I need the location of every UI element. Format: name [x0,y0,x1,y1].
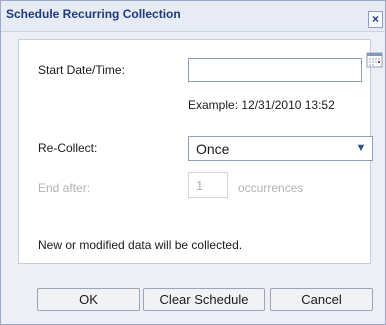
dialog-titlebar: Schedule Recurring Collection × [1,1,385,32]
start-datetime-input[interactable] [188,58,362,82]
dialog-title: Schedule Recurring Collection [6,7,181,21]
close-icon[interactable]: × [368,11,383,28]
recollect-select[interactable]: Once ▼ [188,136,373,161]
occurrences-label: occurrences [238,181,304,195]
collection-note: New or modified data will be collected. [38,238,243,252]
recollect-value: Once [196,141,230,157]
cancel-button[interactable]: Cancel [270,288,373,311]
recollect-label: Re-Collect: [38,141,98,155]
example-text: Example: 12/31/2010 13:52 [188,98,335,112]
button-bar: OK Clear Schedule Cancel [1,271,385,324]
calendar-icon[interactable] [365,50,385,70]
end-after-label: End after: [38,181,91,195]
chevron-down-icon[interactable]: ▼ [352,139,370,158]
schedule-dialog: Schedule Recurring Collection × Start Da… [0,0,386,325]
clear-schedule-button[interactable]: Clear Schedule [143,288,265,311]
end-after-input[interactable]: 1 [188,172,228,198]
start-datetime-label: Start Date/Time: [38,63,125,77]
ok-button[interactable]: OK [37,288,140,311]
